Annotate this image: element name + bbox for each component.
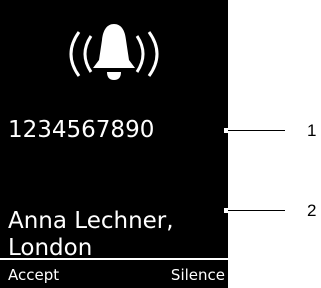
- softkey-bar: Accept Silence: [0, 258, 228, 288]
- caller-number: 1234567890: [8, 117, 155, 143]
- caller-name: Anna Lechner, London: [8, 208, 174, 261]
- handset-display: 1234567890 Anna Lechner, London Accept S…: [0, 0, 228, 288]
- silence-softkey[interactable]: Silence: [171, 265, 225, 285]
- callout-label-1: 1: [307, 121, 317, 140]
- accept-softkey[interactable]: Accept: [8, 265, 59, 285]
- callout-line-1: [228, 130, 285, 131]
- callout-line-2: [228, 210, 285, 211]
- callout-label-2: 2: [307, 201, 317, 220]
- ringing-bell-icon: [0, 22, 228, 86]
